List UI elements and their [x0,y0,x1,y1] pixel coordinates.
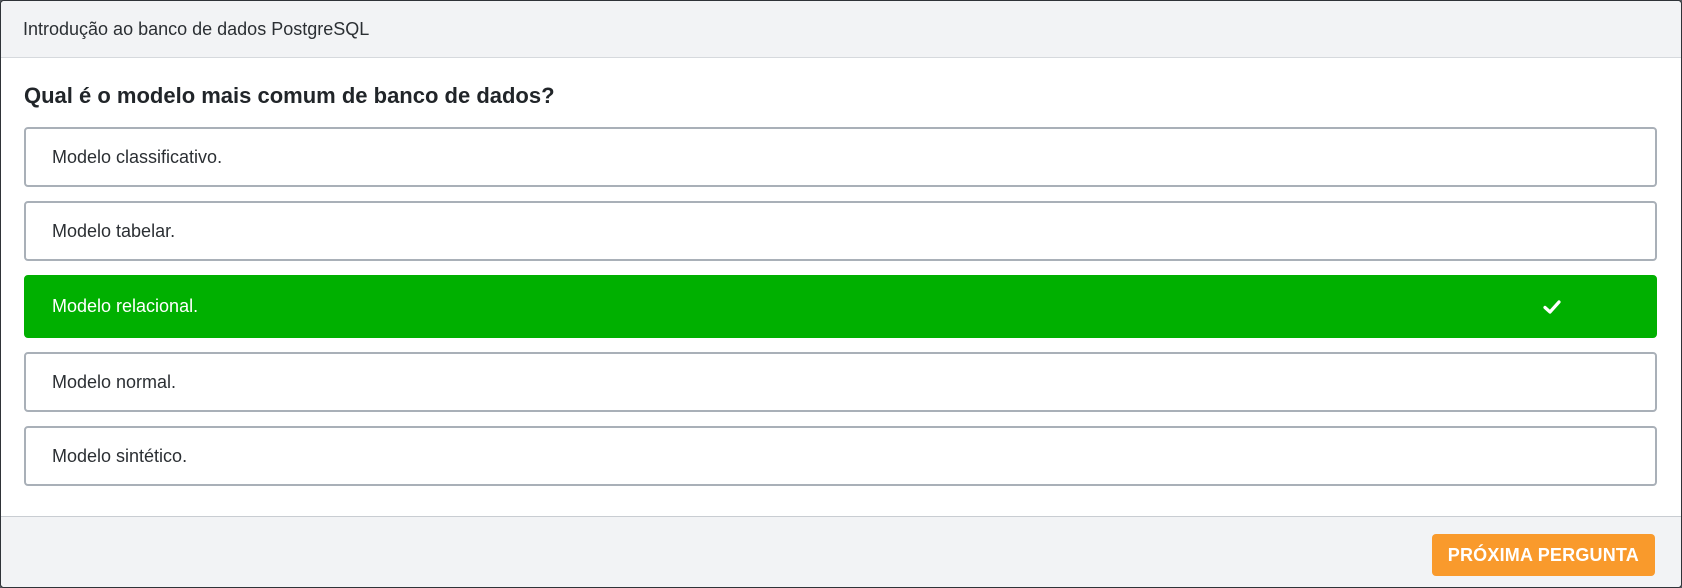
question-title: Qual é o modelo mais comum de banco de d… [24,83,555,108]
answer-option-label: Modelo tabelar. [52,220,176,241]
answer-option-label: Modelo relacional. [52,296,199,316]
course-title: Introdução ao banco de dados PostgreSQL [23,18,370,39]
card-footer: PRÓXIMA PERGUNTA [1,516,1681,587]
answer-option-1[interactable]: Modelo classificativo. [24,127,1657,187]
answer-option-label: Modelo sintético. [52,445,188,466]
answer-options: Modelo classificativo. Modelo tabelar. M… [24,127,1657,500]
answer-option-5[interactable]: Modelo sintético. [24,426,1657,486]
check-icon [1543,299,1561,314]
answer-option-4[interactable]: Modelo normal. [24,352,1657,412]
answer-option-2[interactable]: Modelo tabelar. [24,201,1657,261]
next-question-button[interactable]: PRÓXIMA PERGUNTA [1431,534,1655,576]
answer-option-label: Modelo normal. [52,371,177,392]
card-header: Introdução ao banco de dados PostgreSQL [1,1,1681,58]
answer-option-3-selected[interactable]: Modelo relacional. [24,275,1657,338]
answer-option-label: Modelo classificativo. [52,146,223,167]
quiz-card: Introdução ao banco de dados PostgreSQL … [0,0,1682,588]
